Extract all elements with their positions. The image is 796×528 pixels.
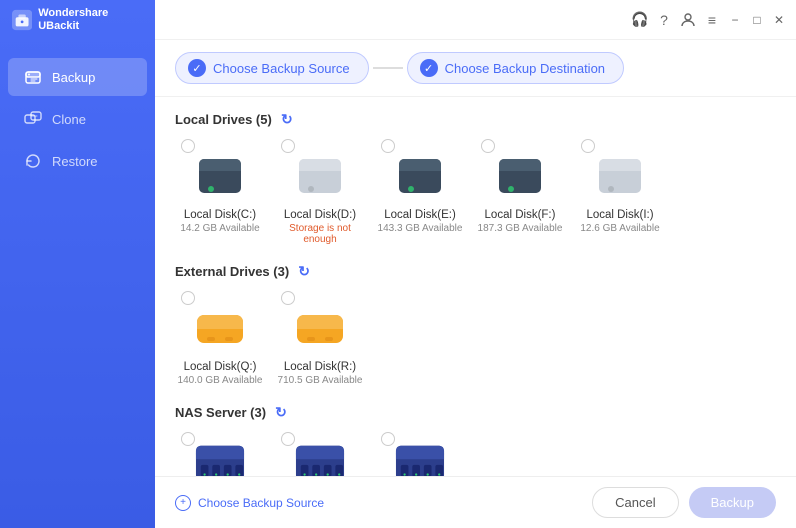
disk-i-space: 12.6 GB Available <box>580 223 659 234</box>
disk-f[interactable]: Local Disk(F:) 187.3 GB Available <box>475 139 565 245</box>
steps-header: ✓ Choose Backup Source ✓ Choose Backup D… <box>155 40 796 97</box>
maximize-button[interactable]: □ <box>750 13 764 27</box>
disk-i-icon <box>591 145 649 203</box>
step-source-label: Choose Backup Source <box>213 61 350 76</box>
disk-r-radio[interactable] <box>281 291 295 305</box>
minimize-button[interactable]: − <box>728 13 742 27</box>
action-buttons: Cancel Backup <box>592 487 776 518</box>
external-drives-section: External Drives (3) ↻ Local Disk(Q:) 140… <box>175 263 776 386</box>
disk-e[interactable]: Local Disk(E:) 143.3 GB Available <box>375 139 465 245</box>
nas-title: NAS Server (3) <box>175 405 266 420</box>
sidebar-item-backup[interactable]: Backup <box>8 58 147 96</box>
disk-q-icon <box>191 297 249 355</box>
disk-e-icon <box>391 145 449 203</box>
disk-f-radio[interactable] <box>481 139 495 153</box>
clone-icon <box>24 110 42 128</box>
sidebar-item-clone[interactable]: Clone <box>8 100 147 138</box>
step-source-check: ✓ <box>188 59 206 77</box>
disk-f-name: Local Disk(F:) <box>485 209 556 221</box>
disk-c-name: Local Disk(C:) <box>184 209 256 221</box>
disk-q-name: Local Disk(Q:) <box>184 361 257 373</box>
step-source[interactable]: ✓ Choose Backup Source <box>175 52 369 84</box>
main-panel: 🎧 ? ≡ − □ ✕ ✓ Choose Backup Source ✓ Cho… <box>155 0 796 528</box>
disk-c-icon <box>191 145 249 203</box>
disk-r[interactable]: Local Disk(R:) 710.5 GB Available <box>275 291 365 386</box>
restore-label: Restore <box>52 154 98 169</box>
local-drives-title: Local Drives (5) <box>175 112 272 127</box>
question-icon[interactable]: ? <box>656 12 672 28</box>
close-button[interactable]: ✕ <box>772 13 786 27</box>
backup-label: Backup <box>52 70 95 85</box>
disk-q-space: 140.0 GB Available <box>178 375 263 386</box>
local-drives-section: Local Drives (5) ↻ Local Disk(C:) 14.2 G… <box>175 111 776 245</box>
step-destination[interactable]: ✓ Choose Backup Destination <box>407 52 624 84</box>
bottom-bar: + Choose Backup Source Cancel Backup <box>155 476 796 528</box>
disk-r-space: 710.5 GB Available <box>278 375 363 386</box>
disk-d-name: Local Disk(D:) <box>284 209 356 221</box>
step-destination-label: Choose Backup Destination <box>445 61 605 76</box>
app-name: Wondershare UBackit <box>38 7 143 33</box>
disk-q[interactable]: Local Disk(Q:) 140.0 GB Available <box>175 291 265 386</box>
disk-i[interactable]: Local Disk(I:) 12.6 GB Available <box>575 139 665 245</box>
source-plus-icon: + <box>175 495 191 511</box>
external-drives-grid: Local Disk(Q:) 140.0 GB Available Local … <box>175 291 776 386</box>
disk-r-icon <box>291 297 349 355</box>
sidebar: Wondershare UBackit Backup Clone <box>0 0 155 528</box>
headphone-icon[interactable]: 🎧 <box>632 12 648 28</box>
backup-icon <box>24 68 42 86</box>
clone-label: Clone <box>52 112 86 127</box>
nas-y-radio[interactable] <box>281 432 295 446</box>
disk-c-radio[interactable] <box>181 139 195 153</box>
choose-source-link[interactable]: + Choose Backup Source <box>175 495 324 511</box>
titlebar: 🎧 ? ≡ − □ ✕ <box>155 0 796 40</box>
sidebar-item-restore[interactable]: Restore <box>8 142 147 180</box>
nas-header: NAS Server (3) ↻ <box>175 404 776 420</box>
local-drives-grid: Local Disk(C:) 14.2 GB Available Local D… <box>175 139 776 245</box>
local-refresh-button[interactable]: ↻ <box>279 111 295 127</box>
step-divider <box>373 67 403 69</box>
choose-source-label: Choose Backup Source <box>198 496 324 510</box>
disk-c-space: 14.2 GB Available <box>180 223 259 234</box>
disk-d-icon <box>291 145 349 203</box>
local-drives-header: Local Drives (5) ↻ <box>175 111 776 127</box>
external-drives-header: External Drives (3) ↻ <box>175 263 776 279</box>
disk-i-name: Local Disk(I:) <box>586 209 653 221</box>
disk-f-icon <box>491 145 549 203</box>
disk-f-space: 187.3 GB Available <box>478 223 563 234</box>
disk-r-name: Local Disk(R:) <box>284 361 356 373</box>
user-icon[interactable] <box>680 12 696 28</box>
disk-i-radio[interactable] <box>581 139 595 153</box>
sidebar-nav: Backup Clone Restore <box>0 58 155 180</box>
backup-button[interactable]: Backup <box>689 487 776 518</box>
disk-e-space: 143.3 GB Available <box>378 223 463 234</box>
disk-d-radio[interactable] <box>281 139 295 153</box>
app-logo-icon <box>12 9 32 31</box>
content-area: Local Drives (5) ↻ Local Disk(C:) 14.2 G… <box>155 97 796 528</box>
external-refresh-button[interactable]: ↻ <box>296 263 312 279</box>
external-drives-title: External Drives (3) <box>175 264 289 279</box>
disk-e-name: Local Disk(E:) <box>384 209 456 221</box>
disk-d[interactable]: Local Disk(D:) Storage is not enough <box>275 139 365 245</box>
disk-d-space: Storage is not enough <box>275 223 365 245</box>
nas-x-radio[interactable] <box>181 432 195 446</box>
cancel-button[interactable]: Cancel <box>592 487 678 518</box>
disk-e-radio[interactable] <box>381 139 395 153</box>
step-destination-check: ✓ <box>420 59 438 77</box>
menu-icon[interactable]: ≡ <box>704 12 720 28</box>
disk-c[interactable]: Local Disk(C:) 14.2 GB Available <box>175 139 265 245</box>
disk-q-radio[interactable] <box>181 291 195 305</box>
nas-refresh-button[interactable]: ↻ <box>273 404 289 420</box>
restore-icon <box>24 152 42 170</box>
app-logo: Wondershare UBackit <box>0 0 155 40</box>
nas-z-radio[interactable] <box>381 432 395 446</box>
